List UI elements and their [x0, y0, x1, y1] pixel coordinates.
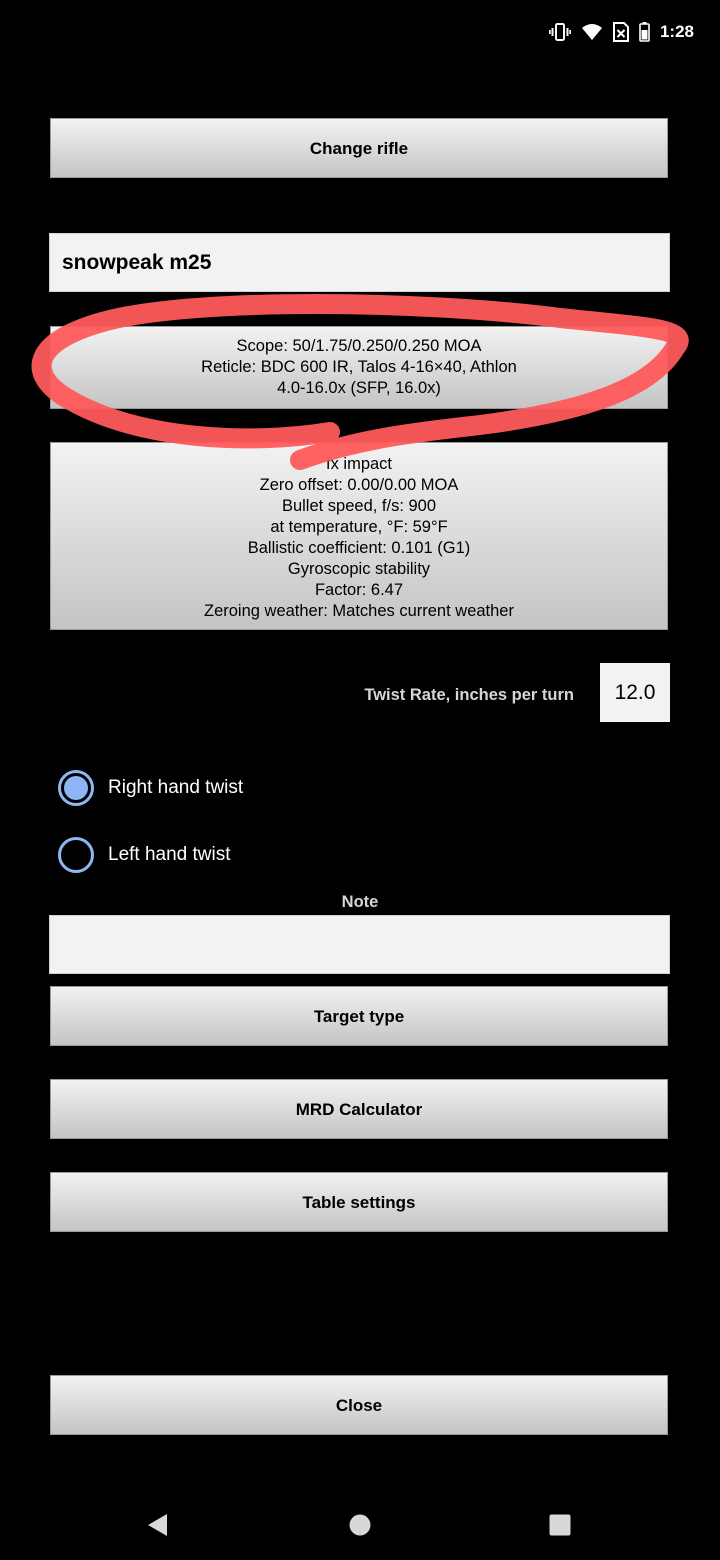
twist-rate-value: 12.0 [614, 680, 656, 704]
wifi-icon [581, 23, 603, 41]
zero-settings-button[interactable]: fx impact Zero offset: 0.00/0.00 MOA Bul… [50, 442, 668, 630]
navigation-bar [0, 1480, 720, 1560]
status-time: 1:28 [659, 22, 694, 41]
rifle-name-input[interactable]: snowpeak m25 [49, 233, 670, 292]
twist-rate-input[interactable]: 12.0 [600, 663, 670, 722]
zero-line-factor: Factor: 6.47 [314, 581, 404, 599]
mrd-calculator-button[interactable]: MRD Calculator [50, 1079, 668, 1139]
radio-selected-dot [64, 776, 88, 800]
right-hand-twist-label: Right hand twist [108, 777, 244, 798]
change-rifle-label: Change rifle [309, 138, 409, 158]
scope-line-3: 4.0-16.0x (SFP, 16.0x) [277, 379, 441, 397]
status-icons: 1:28 [548, 22, 694, 42]
back-icon[interactable] [146, 1513, 168, 1542]
table-settings-button[interactable]: Table settings [50, 1172, 668, 1232]
right-hand-twist-option[interactable]: Right hand twist [58, 770, 243, 806]
target-type-label: Target type [313, 1006, 405, 1026]
scope-button[interactable]: Scope: 50/1.75/0.250/0.250 MOA Reticle: … [50, 326, 668, 409]
close-label: Close [335, 1395, 383, 1415]
change-rifle-button[interactable]: Change rifle [50, 118, 668, 178]
mrd-calculator-label: MRD Calculator [295, 1099, 423, 1119]
no-sim-icon [612, 22, 629, 42]
home-icon[interactable] [349, 1514, 371, 1541]
rifle-name-value: snowpeak m25 [62, 250, 212, 274]
scope-line-2: Reticle: BDC 600 IR, Talos 4-16×40, Athl… [201, 358, 517, 376]
note-input[interactable] [49, 915, 670, 974]
close-button[interactable]: Close [50, 1375, 668, 1435]
battery-icon [639, 22, 650, 42]
zero-line-speed: Bullet speed, f/s: 900 [281, 497, 437, 515]
table-settings-label: Table settings [302, 1192, 416, 1212]
zero-line-weather: Zeroing weather: Matches current weather [204, 602, 514, 620]
target-type-button[interactable]: Target type [50, 986, 668, 1046]
left-hand-twist-radio[interactable] [58, 837, 94, 873]
twist-rate-label: Twist Rate, inches per turn [364, 686, 574, 704]
zero-line-offset: Zero offset: 0.00/0.00 MOA [259, 476, 459, 494]
zero-line-temperature: at temperature, °F: 59°F [270, 518, 448, 536]
left-hand-twist-option[interactable]: Left hand twist [58, 837, 231, 873]
status-bar: 1:28 [0, 0, 720, 72]
vibrate-icon [548, 23, 571, 41]
right-hand-twist-radio[interactable] [58, 770, 94, 806]
zero-line-gyro: Gyroscopic stability [287, 560, 431, 578]
recents-icon[interactable] [549, 1514, 571, 1541]
left-hand-twist-label: Left hand twist [108, 844, 231, 865]
zero-line-impact: fx impact [325, 455, 393, 473]
scope-line-1: Scope: 50/1.75/0.250/0.250 MOA [236, 337, 482, 355]
note-label: Note [341, 893, 379, 911]
zero-line-bc: Ballistic coefficient: 0.101 (G1) [247, 539, 471, 557]
